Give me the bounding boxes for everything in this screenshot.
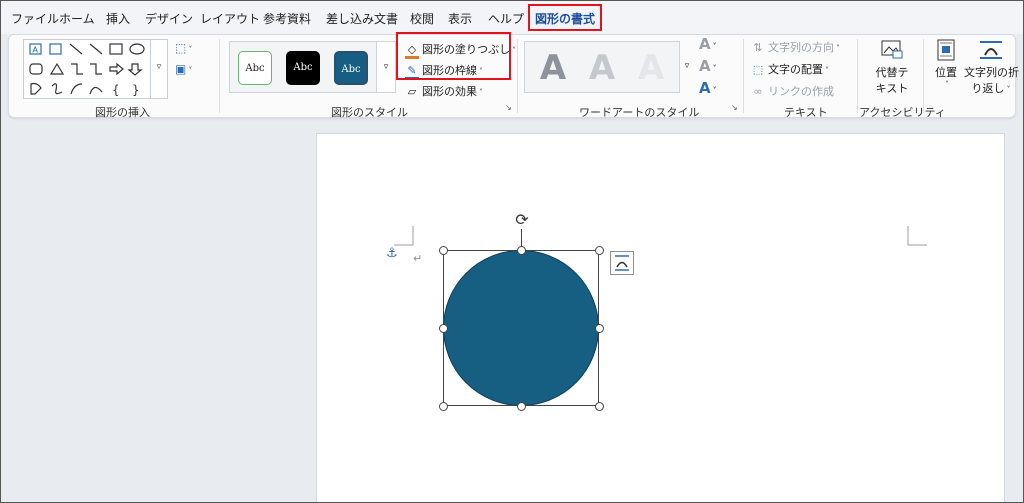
text-outline-icon[interactable]: A ˅ [699,57,717,75]
resize-handle-top-right[interactable] [595,246,604,255]
edit-shape-icon[interactable]: ⬚ ˅ [175,41,192,55]
group-label-shape-styles: 図形のスタイル [331,106,408,119]
shapes-gallery[interactable]: A { } [23,39,151,99]
highlight-fill-outline [396,32,511,80]
resize-handle-bottom-left[interactable] [439,402,448,411]
wordart-sample-outline[interactable]: A [631,46,671,90]
alt-text-label-line1: 代替テ [875,66,909,79]
tab-references[interactable]: 参考資料 [263,10,311,27]
wordart-sample-gray[interactable]: A [533,46,573,90]
highlight-tab-shape-format [528,4,602,31]
wordart-more-button[interactable]: ▿ [679,41,695,93]
tab-review[interactable]: 校閲 [410,10,434,27]
margin-mark-left [394,226,414,246]
text-box-icon[interactable]: ▣ ˅ [175,62,192,76]
align-text-button[interactable]: ⬚ 文字の配置 ˅ [751,61,829,77]
text-direction-button[interactable]: ⇅ 文字列の方向 ˅ [751,39,840,55]
rotate-handle-icon[interactable]: ⟳ [513,211,531,229]
alt-text-label-line2: キスト [875,82,909,95]
divider [743,39,744,113]
text-effects-icon[interactable]: A ˅ [699,79,717,97]
alt-text-icon [881,40,903,59]
resize-handle-top-left[interactable] [439,246,448,255]
style-sample-black[interactable]: Abc [286,51,320,85]
text-direction-label: 文字列の方向 [768,41,834,54]
wrap-text-label-line2: り返し ˅ [971,82,1011,95]
tab-file[interactable]: ファイル [11,10,59,27]
shape-styles-gallery[interactable]: Abc Abc Abc [229,41,389,93]
resize-handle-top[interactable] [517,246,526,255]
shape-styles-more-button[interactable]: ▿ [376,41,396,93]
divider [857,39,858,113]
position-button[interactable]: 位置 ˅ [929,39,963,89]
dialog-launcher-icon[interactable]: ↘ [731,103,738,112]
group-label-text: テキスト [784,106,828,119]
layout-options-button[interactable] [610,251,634,275]
tab-design[interactable]: デザイン [145,10,193,27]
divider [219,39,220,113]
position-icon [937,39,955,61]
margin-mark-right [907,226,927,246]
position-label: 位置 [935,66,957,79]
create-link-button[interactable]: ∞ リンクの作成 [751,83,834,99]
tab-mailings[interactable]: 差し込み文書 [326,10,398,27]
wrap-text-label-line1: 文字列の折 [964,66,1019,79]
group-label-wordart-styles: ワードアートのスタイル [579,106,700,119]
svg-text:}: } [132,83,140,97]
ribbon: A { } ▿ ⬚ ˅ ▣ ˅ 図形の挿入 Abc Abc Abc ▿ ◇ 図形… [8,34,1019,119]
wordart-styles-gallery[interactable]: A A A [524,41,680,93]
svg-text:{: { [112,83,120,97]
document-page[interactable] [316,133,1005,503]
tab-layout[interactable]: レイアウト [200,10,260,27]
style-sample-outline[interactable]: Abc [238,51,272,85]
text-fill-icon[interactable]: A ˅ [699,35,717,53]
resize-handle-right[interactable] [595,324,604,333]
text-direction-icon: ⇅ [753,41,763,54]
divider [517,39,518,113]
link-icon: ∞ [753,85,763,98]
svg-text:A: A [33,46,39,55]
shape-effects-button[interactable]: ▱ 図形の効果 ˅ [405,83,483,99]
resize-handle-bottom[interactable] [517,402,526,411]
resize-handle-left[interactable] [439,324,448,333]
alt-text-button[interactable]: 代替テ キスト [867,39,917,96]
wordart-sample-light[interactable]: A [582,46,622,90]
dialog-launcher-icon[interactable]: ↘ [505,103,512,112]
wrap-text-icon [980,41,1002,59]
wrap-text-button[interactable]: 文字列の折 り返し ˅ [964,39,1019,96]
selection-box [443,250,599,406]
resize-handle-bottom-right[interactable] [595,402,604,411]
shapes-gallery-icons: A { } [29,43,145,97]
layout-options-icon [615,255,629,271]
paragraph-mark-icon: ↵ [413,252,423,265]
shape-effects-label: 図形の効果 [422,85,477,98]
tab-insert[interactable]: 挿入 [106,10,130,27]
shapes-gallery-more-button[interactable]: ▿ [150,39,168,99]
effects-icon: ▱ [407,85,417,98]
tab-view[interactable]: 表示 [448,10,472,27]
tab-help[interactable]: ヘルプ [488,10,524,27]
style-sample-blue[interactable]: Abc [334,51,368,85]
divider [923,39,924,113]
group-label-accessibility: アクセシビリティ [859,106,946,119]
align-text-icon: ⬚ [752,63,764,76]
create-link-label: リンクの作成 [768,85,834,98]
anchor-icon[interactable]: ⚓ [386,246,398,261]
tab-home[interactable]: ホーム [59,10,95,27]
group-label-insert-shapes: 図形の挿入 [95,106,150,119]
align-text-label: 文字の配置 [768,63,823,76]
menu-bar: ファイル ホーム 挿入 デザイン レイアウト 参考資料 差し込み文書 校閲 表示… [0,0,1024,34]
